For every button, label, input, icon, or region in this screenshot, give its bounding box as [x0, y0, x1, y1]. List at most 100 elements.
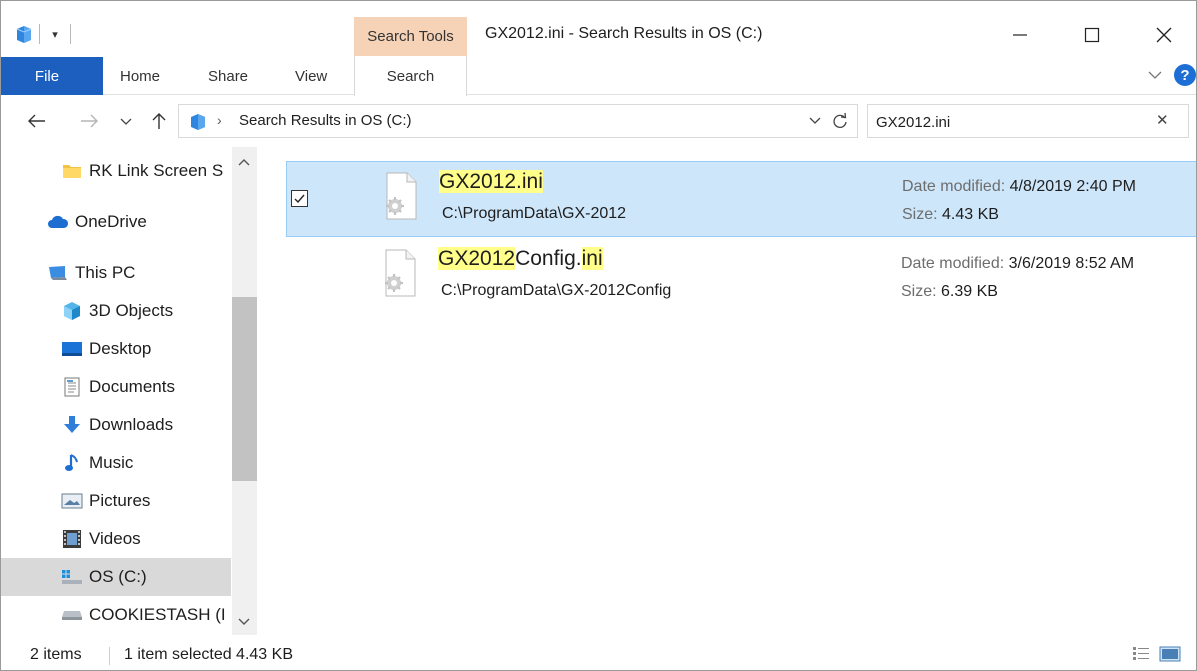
size-value: 6.39 KB: [941, 283, 998, 300]
nav-item-documents[interactable]: Documents: [1, 368, 231, 406]
nav-item-cookiestash[interactable]: COOKIESTASH (I: [1, 596, 231, 634]
explorer-window: ▾ Search Tools GX2012.ini - Search Resul…: [0, 0, 1197, 671]
search-box[interactable]: ✕: [867, 104, 1189, 138]
nav-item-label: OneDrive: [75, 212, 147, 231]
drive-os-icon: [61, 567, 83, 587]
close-button[interactable]: [1135, 15, 1193, 55]
documents-icon: [61, 377, 83, 397]
date-modified-label: Date modified:: [901, 255, 1005, 272]
breadcrumb-path[interactable]: Search Results in OS (C:): [239, 112, 412, 129]
result-item-gx2012config-ini[interactable]: GX2012Config.ini C:\ProgramData\GX-2012C…: [286, 239, 1196, 315]
arrow-right-icon: [81, 114, 98, 128]
nav-item-os-c[interactable]: OS (C:): [1, 558, 231, 596]
arrow-left-icon: [28, 114, 45, 128]
name-highlight: ini: [581, 247, 603, 270]
status-bar: 2 items 1 item selected 4.43 KB: [1, 637, 1196, 670]
desktop-icon: [61, 339, 83, 359]
nav-item-label: This PC: [75, 263, 136, 282]
up-button[interactable]: [149, 109, 169, 133]
nav-item-label: Pictures: [89, 491, 151, 510]
arrow-up-icon: [152, 113, 166, 129]
settings-file-icon: [386, 172, 417, 220]
check-icon: [294, 194, 305, 204]
scroll-down-icon[interactable]: [237, 617, 251, 627]
search-input[interactable]: [876, 111, 1136, 133]
cube-icon: [61, 301, 83, 321]
nav-item-desktop[interactable]: Desktop: [1, 330, 231, 368]
settings-file-icon: [385, 249, 416, 297]
nav-item-label: 3D Objects: [89, 301, 174, 320]
refresh-icon[interactable]: [831, 112, 849, 130]
file-name: GX2012.ini: [439, 170, 543, 194]
search-results-pane: GX2012.ini C:\ProgramData\GX-2012 Date m…: [261, 147, 1196, 635]
details-view-icon[interactable]: [1132, 646, 1150, 662]
selection-info: 1 item selected 4.43 KB: [124, 646, 293, 663]
context-tab-label: Search Tools: [367, 28, 454, 45]
explorer-app-icon[interactable]: [15, 24, 33, 44]
date-modified-value: 3/6/2019 8:52 AM: [1008, 255, 1135, 272]
nav-item-pictures[interactable]: Pictures: [1, 482, 231, 520]
date-modified-value: 4/8/2019 2:40 PM: [1009, 178, 1136, 195]
quick-access-toolbar: ▾: [15, 21, 71, 47]
expand-ribbon-icon[interactable]: [1147, 67, 1163, 83]
nav-item-rk-link[interactable]: RK Link Screen S: [1, 152, 231, 190]
status-divider: [109, 647, 110, 665]
date-modified: Date modified: 3/6/2019 8:52 AM: [901, 255, 1134, 273]
nav-item-videos[interactable]: Videos: [1, 520, 231, 558]
file-path: C:\ProgramData\GX-2012: [442, 205, 627, 222]
item-count: 2 items: [30, 646, 82, 663]
nav-item-music[interactable]: Music: [1, 444, 231, 482]
recent-locations-button[interactable]: [118, 109, 134, 133]
name-highlight: GX2012: [438, 247, 516, 270]
nav-scrollbar-thumb[interactable]: [232, 297, 257, 481]
file-path: C:\ProgramData\GX-2012Config: [441, 282, 672, 299]
tab-search[interactable]: Search: [354, 56, 467, 96]
tab-home[interactable]: Home: [120, 57, 160, 95]
help-icon[interactable]: ?: [1174, 64, 1196, 86]
name-text: Config.: [515, 247, 582, 270]
tab-view[interactable]: View: [295, 57, 327, 95]
download-icon: [61, 415, 83, 435]
back-button[interactable]: [25, 109, 49, 133]
forward-button[interactable]: [77, 109, 101, 133]
breadcrumb-chevron-icon[interactable]: ›: [217, 112, 222, 128]
nav-item-3d-objects[interactable]: 3D Objects: [1, 292, 231, 330]
ribbon-tabs: File Home Share View Search ?: [1, 56, 1196, 96]
scroll-up-icon[interactable]: [237, 157, 251, 167]
music-icon: [61, 453, 83, 473]
large-icons-view-icon[interactable]: [1159, 646, 1181, 662]
result-item-gx2012-ini[interactable]: GX2012.ini C:\ProgramData\GX-2012 Date m…: [286, 161, 1196, 237]
nav-item-this-pc[interactable]: This PC: [1, 254, 231, 292]
address-bar[interactable]: › Search Results in OS (C:): [178, 104, 858, 138]
size-value: 4.43 KB: [942, 206, 999, 223]
tab-share[interactable]: Share: [208, 57, 248, 95]
clear-search-icon[interactable]: ✕: [1156, 111, 1169, 129]
file-size: Size: 6.39 KB: [901, 283, 998, 301]
date-modified-label: Date modified:: [902, 178, 1006, 195]
window-title: GX2012.ini - Search Results in OS (C:): [485, 25, 763, 42]
size-label: Size:: [901, 283, 937, 300]
onedrive-icon: [47, 212, 69, 232]
nav-item-label: Desktop: [89, 339, 152, 358]
item-checkbox[interactable]: [291, 190, 308, 207]
minimize-button[interactable]: [991, 15, 1049, 55]
nav-item-label: Music: [89, 453, 134, 472]
navigation-pane: RK Link Screen S OneDrive This PC 3D Obj…: [1, 147, 258, 635]
chevron-down-icon: [120, 118, 132, 125]
search-results-icon: [191, 114, 205, 130]
customize-toolbar-icon[interactable]: ▾: [46, 28, 64, 41]
size-label: Size:: [902, 206, 938, 223]
date-modified: Date modified: 4/8/2019 2:40 PM: [902, 178, 1136, 196]
tab-file[interactable]: File: [1, 57, 103, 95]
nav-item-label: Documents: [89, 377, 175, 396]
maximize-button[interactable]: [1063, 15, 1121, 55]
search-tools-context-label: Search Tools: [354, 17, 467, 57]
nav-item-onedrive[interactable]: OneDrive: [1, 203, 231, 241]
nav-scrollbar[interactable]: [232, 147, 257, 635]
address-dropdown-icon[interactable]: [808, 114, 822, 128]
folder-icon: [61, 161, 83, 181]
nav-item-downloads[interactable]: Downloads: [1, 406, 231, 444]
file-name: GX2012Config.ini: [438, 247, 603, 271]
pictures-icon: [61, 491, 83, 511]
toolbar-separator: [70, 24, 71, 44]
